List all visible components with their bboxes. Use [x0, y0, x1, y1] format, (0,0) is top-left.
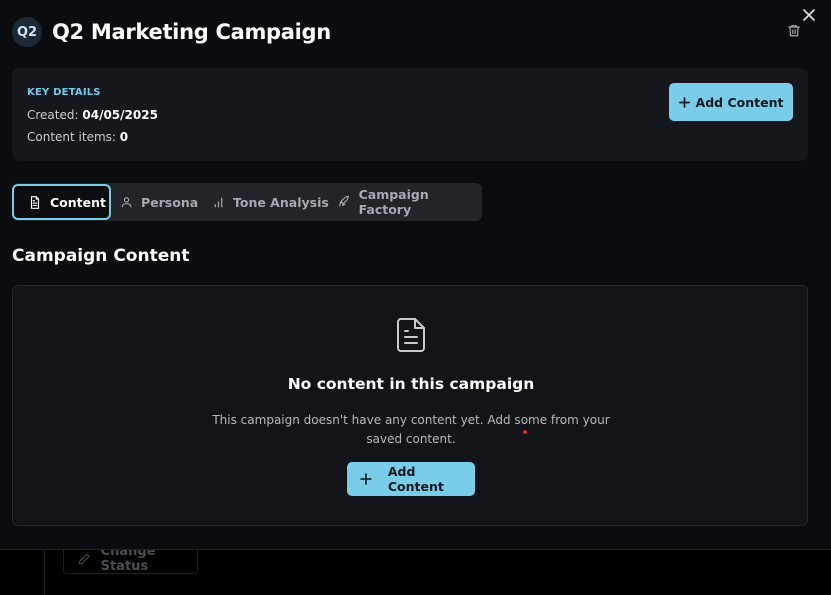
- add-content-empty-label: Add Content: [387, 464, 444, 494]
- rocket-icon: [339, 195, 349, 207]
- delete-campaign-button[interactable]: [784, 20, 804, 40]
- content-items-label: Content items:: [27, 130, 116, 144]
- tab-campaign-factory-label: Campaign Factory: [358, 187, 429, 217]
- created-label: Created:: [27, 108, 79, 122]
- campaign-modal: Q2 Q2 Marketing Campaign KEY DETAILS Cre…: [0, 0, 831, 550]
- document-icon: [397, 318, 425, 352]
- add-content-empty-button[interactable]: Add Content: [347, 462, 475, 496]
- section-title: Campaign Content: [12, 246, 190, 266]
- tab-content[interactable]: Content: [12, 184, 111, 220]
- tab-tone-analysis-label: Tone Analysis: [233, 194, 329, 210]
- modal-header: Q2 Q2 Marketing Campaign: [12, 15, 331, 49]
- tab-persona[interactable]: Persona: [120, 183, 198, 221]
- plus-icon: [678, 96, 690, 108]
- pencil-icon: [79, 553, 90, 564]
- tab-persona-label: Persona: [141, 194, 199, 210]
- tab-bar: Content Persona Tone Analysis Campaign F…: [12, 183, 482, 221]
- user-icon: [121, 197, 132, 208]
- tab-tone-analysis[interactable]: Tone Analysis: [212, 183, 329, 221]
- empty-state-description: This campaign doesn't have any content y…: [212, 413, 610, 446]
- add-content-button[interactable]: Add Content: [669, 83, 793, 121]
- divider: [44, 548, 45, 595]
- campaign-avatar: Q2: [12, 17, 42, 47]
- add-content-label: Add Content: [695, 94, 784, 110]
- created-value: 04/05/2025: [82, 108, 158, 122]
- key-details-label: KEY DETAILS: [27, 87, 101, 98]
- content-items-row: Content items: 0: [27, 130, 128, 144]
- tab-campaign-factory[interactable]: Campaign Factory: [337, 183, 482, 221]
- page-title: Q2 Marketing Campaign: [52, 20, 331, 44]
- created-row: Created: 04/05/2025: [27, 108, 158, 122]
- bar-chart-icon: [214, 197, 223, 207]
- plus-icon: [360, 473, 372, 485]
- trash-icon: [788, 24, 800, 36]
- close-icon: [803, 9, 815, 21]
- tab-content-label: Content: [50, 194, 106, 210]
- empty-state-panel: No content in this campaign This campaig…: [12, 285, 808, 526]
- cursor-dot: [523, 430, 527, 434]
- file-text-icon: [30, 195, 40, 209]
- empty-state-title: No content in this campaign: [287, 375, 535, 393]
- content-items-value: 0: [119, 130, 129, 144]
